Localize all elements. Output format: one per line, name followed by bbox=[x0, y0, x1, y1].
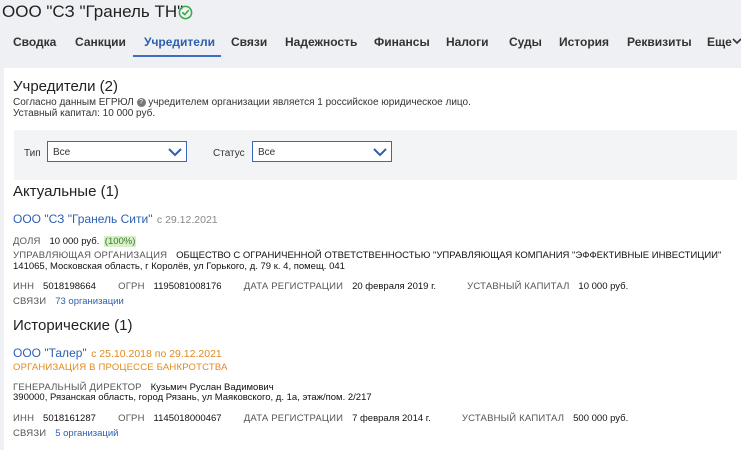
actual-section-title: Актуальные (1) bbox=[13, 183, 119, 200]
ogrn-value: 1195081008176 bbox=[153, 281, 222, 292]
historic-status: ОРГАНИЗАЦИЯ В ПРОЦЕССЕ БАНКРОТСТВА bbox=[13, 362, 228, 373]
filter-status-label: Статус bbox=[213, 148, 245, 159]
reg-date-value: 7 февраля 2014 г. bbox=[352, 413, 431, 424]
info-icon[interactable]: ? bbox=[136, 97, 146, 107]
founders-title: Учредители (2) bbox=[13, 78, 119, 95]
tab-history[interactable]: История bbox=[559, 35, 609, 49]
filter-type-value: Все bbox=[53, 147, 71, 158]
ogrn-label: ОГРН bbox=[118, 413, 145, 424]
actual-founder-since: с 29.12.2021 bbox=[156, 214, 218, 226]
chevron-down-icon[interactable] bbox=[732, 36, 741, 46]
ogrn-value: 1145018000467 bbox=[153, 413, 222, 424]
historic-founder-link[interactable]: ООО "Талер" bbox=[13, 346, 87, 360]
founders-desc-prefix: Согласно данным ЕГРЮЛ bbox=[13, 97, 134, 108]
section-tabs: Сводка Санкции Учредители Связи Надежнос… bbox=[0, 30, 741, 58]
tab-founders[interactable]: Учредители bbox=[144, 35, 215, 49]
tab-taxes[interactable]: Налоги bbox=[446, 35, 489, 49]
reg-date-label: ДАТА РЕГИСТРАЦИИ bbox=[243, 281, 344, 292]
links-count-link[interactable]: 5 организаций bbox=[55, 428, 118, 439]
company-header: ООО "СЗ "Гранель ТН" Сводка Санкции Учре… bbox=[0, 0, 741, 68]
chevron-down-icon bbox=[168, 148, 182, 157]
filter-type-select[interactable]: Все bbox=[47, 141, 187, 162]
mgmt-value: ОБЩЕСТВО С ОГРАНИЧЕННОЙ ОТВЕТСТВЕННОСТЬЮ… bbox=[176, 250, 722, 261]
filter-bar: Тип Все Статус Все bbox=[14, 130, 737, 180]
mgmt-label: УПРАВЛЯЮЩАЯ ОРГАНИЗАЦИЯ bbox=[13, 250, 168, 261]
capital-label: УСТАВНЫЙ КАПИТАЛ bbox=[461, 413, 565, 424]
historic-address: 390000, Рязанская область, город Рязань,… bbox=[13, 392, 372, 403]
actual-founder-heading: ООО "СЗ "Гранель Сити" с 29.12.2021 bbox=[13, 210, 218, 228]
founders-panel: Учредители (2) Согласно данным ЕГРЮЛ ? у… bbox=[4, 68, 741, 450]
historic-links-row: СВЯЗИ 5 организаций bbox=[13, 423, 118, 441]
founders-desc-suffix: учредителем организации является 1 росси… bbox=[148, 97, 471, 108]
company-title: ООО "СЗ "Гранель ТН" bbox=[2, 2, 184, 21]
tab-links[interactable]: Связи bbox=[231, 35, 267, 49]
tab-requisites[interactable]: Реквизиты bbox=[627, 35, 692, 49]
links-count-link[interactable]: 73 организации bbox=[55, 296, 124, 307]
actual-address: 141065, Московская область, г Королёв, у… bbox=[13, 261, 345, 272]
chevron-down-icon bbox=[373, 148, 387, 157]
capital-value: 500 000 руб. bbox=[573, 413, 629, 424]
links-label: СВЯЗИ bbox=[13, 428, 47, 439]
filter-status-value: Все bbox=[258, 147, 276, 158]
active-tab-indicator bbox=[133, 55, 221, 57]
verified-check-icon bbox=[178, 5, 193, 20]
tab-summary[interactable]: Сводка bbox=[13, 35, 56, 49]
capital-value: 10 000 руб. bbox=[578, 281, 629, 292]
tab-finance[interactable]: Финансы bbox=[374, 35, 430, 49]
actual-links-row: СВЯЗИ 73 организации bbox=[13, 291, 124, 309]
actual-founder-link[interactable]: ООО "СЗ "Гранель Сити" bbox=[13, 212, 152, 226]
reg-date-label: ДАТА РЕГИСТРАЦИИ bbox=[243, 413, 344, 424]
historic-founder-period: с 25.10.2018 по 29.12.2021 bbox=[91, 348, 222, 360]
historic-section-title: Исторические (1) bbox=[13, 317, 133, 334]
founders-description: Согласно данным ЕГРЮЛ ? учредителем орга… bbox=[13, 97, 471, 108]
historic-founder-heading: ООО "Талер" с 25.10.2018 по 29.12.2021 bbox=[13, 344, 222, 362]
filter-type-label: Тип bbox=[24, 148, 41, 159]
capital-label: УСТАВНЫЙ КАПИТАЛ bbox=[467, 281, 570, 292]
filter-status-select[interactable]: Все bbox=[252, 141, 392, 162]
reg-date-value: 20 февраля 2019 г. bbox=[352, 281, 437, 292]
tab-courts[interactable]: Суды bbox=[509, 35, 542, 49]
links-label: СВЯЗИ bbox=[13, 296, 47, 307]
tab-more[interactable]: Еще bbox=[707, 35, 732, 49]
founders-capital: Уставный капитал: 10 000 руб. bbox=[13, 108, 156, 119]
tab-reliability[interactable]: Надежность bbox=[285, 35, 357, 49]
tab-sanctions[interactable]: Санкции bbox=[75, 35, 126, 49]
